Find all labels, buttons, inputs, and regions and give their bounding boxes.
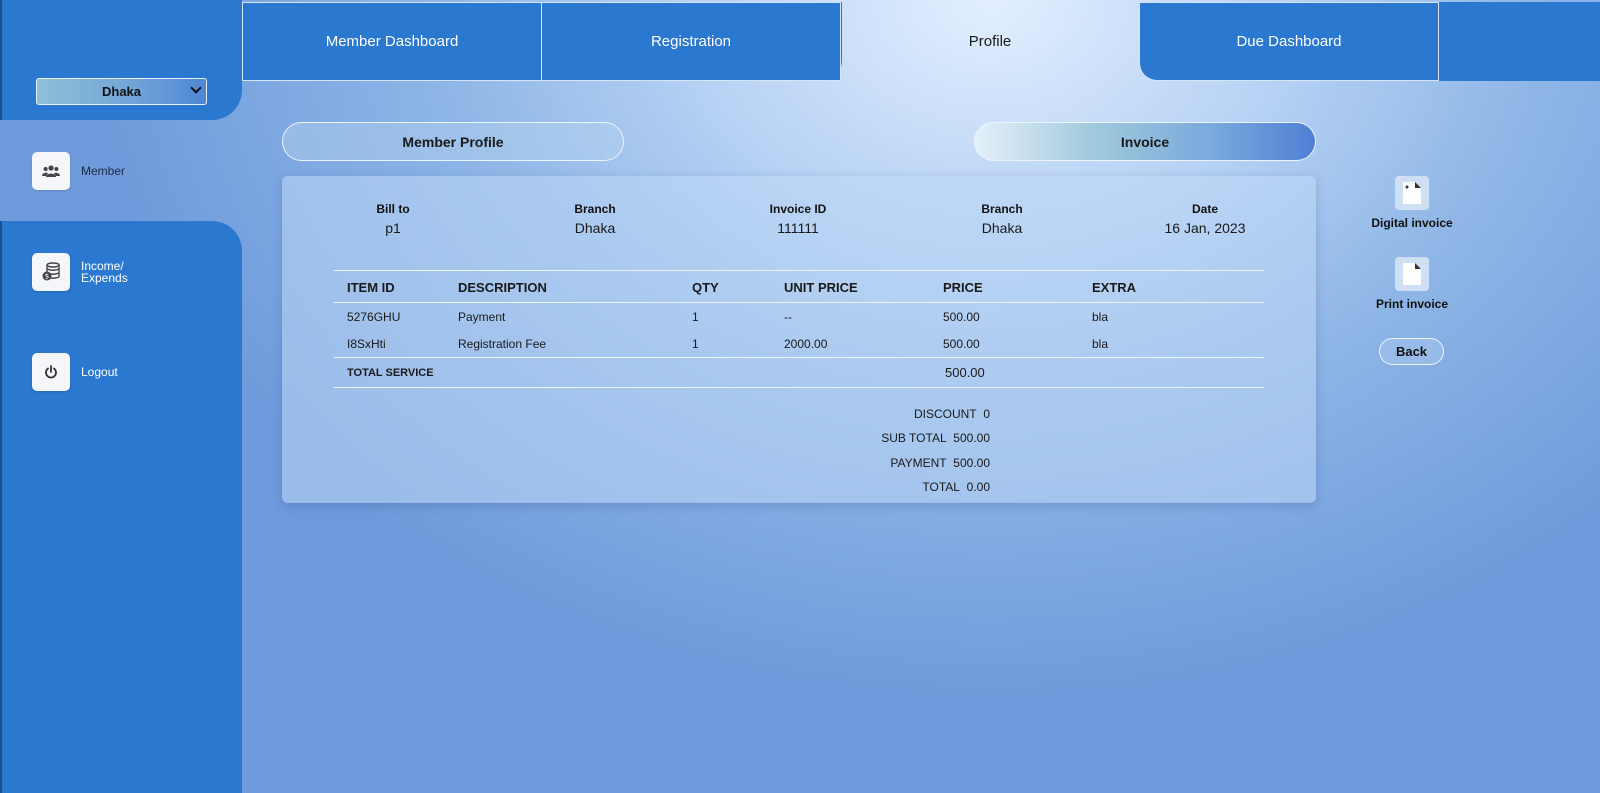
column-header: QTY [692,280,719,295]
tab-profile[interactable]: Profile [840,2,1140,81]
summary-payment: PAYMENT 500.00 [890,456,990,470]
tab-label: Due Dashboard [1236,33,1342,50]
subtab-label: Member Profile [402,133,504,150]
summary-label: DISCOUNT [913,407,977,421]
table-cell: 500.00 [943,310,980,324]
tab-label: Member Dashboard [325,33,459,50]
invoice-card: Bill to p1 Branch Dhaka Invoice ID 11111… [282,176,1316,503]
subtab-invoice[interactable]: Invoice [974,122,1316,161]
summary-label: TOTAL [922,480,960,494]
table-cell: Payment [458,310,506,324]
branch-select-value: Dhaka [101,84,142,99]
document-icon [1395,257,1429,291]
sidebar-item-label: Logout [81,365,118,379]
table-cell: 2000.00 [784,337,828,351]
total-service-label: TOTAL SERVICE [347,367,434,379]
chevron-down-icon [190,82,202,94]
digital-invoice-button[interactable]: Digital invoice [1370,176,1454,230]
total-service-row: TOTAL SERVICE 500.00 [334,357,1264,388]
table-cell: 1 [692,337,699,351]
back-button[interactable]: Back [1379,338,1444,365]
column-header: UNIT PRICE [784,280,858,295]
sidebar-item-member[interactable]: Member [32,152,125,190]
table-cell: Registration Fee [458,337,547,351]
meta-date: Date 16 Jan, 2023 [1125,202,1285,236]
sidebar-item-label-line2: Expends [81,271,128,285]
column-header: PRICE [943,280,983,295]
digital-invoice-label: Digital invoice [1371,216,1453,230]
table-cell: -- [784,310,792,324]
table-cell: I8SxHti [347,337,386,351]
table-cell: bla [1092,337,1109,351]
table-cell: 500.00 [943,337,980,351]
sidebar-item-logout[interactable]: Logout [32,353,118,391]
total-service-value: 500.00 [945,365,985,380]
meta-branch-2: Branch Dhaka [922,202,1082,236]
summary-label: SUB TOTAL [881,431,947,445]
column-header: DESCRIPTION [458,280,547,295]
tab-label: Profile [968,33,1012,50]
summary-value: 500.00 [953,456,990,470]
tab-member-dashboard[interactable]: Member Dashboard [242,2,542,81]
subtab-member-profile[interactable]: Member Profile [282,122,624,161]
sidebar-bottom-panel [0,221,242,793]
branch-select[interactable]: Dhaka [36,78,207,105]
summary-value: 0.00 [966,480,990,494]
summary-label: PAYMENT [890,456,947,470]
print-invoice-label: Print invoice [1375,297,1449,311]
power-icon [32,353,70,391]
summary-discount: DISCOUNT 0 [914,407,990,421]
meta-label: Date [1191,202,1218,216]
tab-due-dashboard[interactable]: Due Dashboard [1139,2,1439,81]
summary-value: 500.00 [953,431,990,445]
table-row: I8SxHti Registration Fee 1 2000.00 500.0… [334,330,1264,357]
document-icon [1395,176,1429,210]
svg-text:$: $ [45,273,49,281]
meta-label: Branch [981,202,1023,216]
table-header-row: ITEM ID DESCRIPTION QTY UNIT PRICE PRICE… [334,270,1264,303]
summary-total: TOTAL 0.00 [922,480,990,494]
meta-invoice-id: Invoice ID 111111 [718,202,878,236]
coins-icon: $ [32,253,70,291]
summary-value: 0 [983,407,990,421]
meta-branch: Branch Dhaka [515,202,675,236]
users-icon [32,152,70,190]
table-cell: 1 [692,310,699,324]
meta-value: Dhaka [574,220,616,236]
meta-value: Dhaka [981,220,1023,236]
sidebar-item-income-expends[interactable]: $ Income/ Expends [32,253,128,291]
subtab-label: Invoice [1120,133,1170,150]
meta-value: 111111 [777,220,819,236]
table-row: 5276GHU Payment 1 -- 500.00 bla [334,303,1264,330]
meta-label: Invoice ID [769,202,827,216]
meta-label: Bill to [376,202,410,216]
top-tabs: Member Dashboard Registration Profile Du… [242,2,1600,81]
meta-bill-to: Bill to p1 [313,202,473,236]
sidebar-item-label: Member [81,164,126,178]
meta-label: Branch [574,202,616,216]
tab-registration[interactable]: Registration [541,2,841,81]
meta-value: p1 [385,220,401,236]
tab-label: Registration [650,33,732,50]
column-header: ITEM ID [347,280,395,295]
summary-sub-total: SUB TOTAL 500.00 [881,431,990,445]
invoice-table: ITEM ID DESCRIPTION QTY UNIT PRICE PRICE… [334,270,1264,388]
column-header: EXTRA [1092,280,1137,295]
meta-value: 16 Jan, 2023 [1164,220,1246,236]
print-invoice-button[interactable]: Print invoice [1370,257,1454,311]
sidebar-item-label: Income/ Expends [81,260,128,284]
back-button-label: Back [1395,344,1428,359]
table-cell: bla [1092,310,1109,324]
table-cell: 5276GHU [347,310,401,324]
